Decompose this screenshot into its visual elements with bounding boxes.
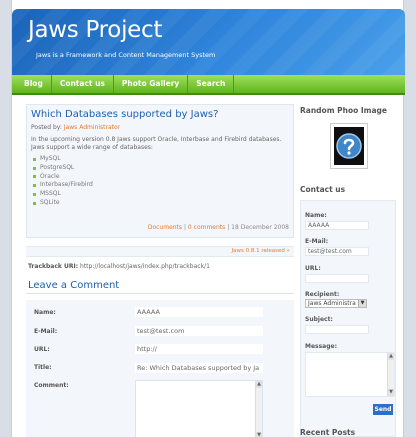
posted-by-label: Posted by: bbox=[31, 124, 62, 131]
subject-label: Subject: bbox=[305, 316, 333, 323]
footer-separator: | bbox=[183, 224, 186, 231]
recipient-label: Recipient: bbox=[305, 291, 340, 298]
scroll-up-icon[interactable]: ▲ bbox=[256, 381, 262, 388]
message-textarea[interactable]: ▲ ▼ bbox=[305, 352, 395, 397]
post-date: 18 December 2008 bbox=[231, 224, 289, 231]
main-nav: Blog Contact us Photo Gallery Search bbox=[12, 75, 405, 95]
list-item: MySQL bbox=[33, 155, 93, 164]
post-comments-link[interactable]: 0 comments bbox=[188, 224, 225, 231]
nav-item-blog[interactable]: Blog bbox=[16, 75, 52, 93]
next-post-bar: Jaws 0.8.1 released » bbox=[26, 246, 294, 257]
next-post-link[interactable]: Jaws 0.8.1 released » bbox=[231, 248, 290, 254]
green-square-bullet-icon bbox=[33, 157, 36, 161]
title-field[interactable]: Re: Which Databases supported by Ja bbox=[135, 363, 263, 373]
random-photo-title: Random Phoo Image bbox=[300, 106, 387, 115]
site-header: Jaws Project Jaws is a Framework and Con… bbox=[12, 9, 405, 75]
comment-scrollbar[interactable]: ▲ ▼ bbox=[255, 381, 262, 437]
nav-item-photo-gallery[interactable]: Photo Gallery bbox=[114, 75, 189, 93]
recipient-select[interactable]: Jaws Administra ▼ bbox=[305, 299, 367, 308]
site-tagline: Jaws is a Framework and Content Manageme… bbox=[36, 51, 216, 59]
page: Jaws Project Jaws is a Framework and Con… bbox=[11, 0, 405, 437]
site-title[interactable]: Jaws Project bbox=[28, 17, 162, 43]
contact-url-label: URL: bbox=[305, 265, 321, 272]
list-item-text: SQLite bbox=[40, 198, 60, 206]
green-square-bullet-icon bbox=[33, 175, 36, 179]
comment-form: Name: AAAAA E-Mail: test@test.com URL: h… bbox=[26, 300, 294, 437]
post-body: In the upcoming version 0.8 Jaws support… bbox=[31, 136, 282, 151]
contact-form: Name: AAAAA E-Mail: test@test.com URL: R… bbox=[300, 200, 396, 437]
list-item-text: Interbase/Firebird bbox=[40, 181, 93, 189]
database-list: MySQL PostgreSQL Oracle Interbase/Firebi… bbox=[33, 155, 93, 208]
list-item-text: MSSQL bbox=[40, 190, 61, 198]
list-item: Interbase/Firebird bbox=[33, 181, 93, 190]
contact-name-field[interactable]: AAAAA bbox=[305, 221, 369, 230]
contact-url-field[interactable] bbox=[305, 274, 369, 283]
scroll-down-icon[interactable]: ▼ bbox=[256, 432, 262, 437]
comment-textarea[interactable]: ▲ ▼ bbox=[135, 380, 263, 437]
sidebar: Random Phoo Image Contact us Name: AAAAA… bbox=[298, 100, 405, 437]
nav-item-search[interactable]: Search bbox=[188, 75, 235, 93]
contact-title: Contact us bbox=[300, 185, 346, 194]
leave-comment-heading: Leave a Comment bbox=[28, 280, 120, 291]
post-category-link[interactable]: Documents bbox=[148, 224, 182, 231]
list-item: SQLite bbox=[33, 199, 93, 208]
list-item: Oracle bbox=[33, 173, 93, 182]
post-footer: Documents | 0 comments | 18 December 200… bbox=[148, 224, 289, 231]
scroll-up-icon[interactable]: ▲ bbox=[388, 353, 394, 360]
list-item-text: MySQL bbox=[40, 155, 61, 162]
footer-separator: | bbox=[227, 224, 230, 231]
contact-name-label: Name: bbox=[305, 212, 327, 219]
contact-email-field[interactable]: test@test.com bbox=[305, 247, 369, 256]
post-meta: Posted by: Jaws Administrator bbox=[31, 124, 120, 131]
green-square-bullet-icon bbox=[33, 166, 36, 170]
scroll-down-icon[interactable]: ▼ bbox=[388, 389, 394, 396]
main-content: Which Databases supported by Jaws? Poste… bbox=[24, 100, 295, 437]
post-author-link[interactable]: Jaws Administrator bbox=[64, 124, 120, 131]
name-label: Name: bbox=[34, 309, 56, 316]
name-field[interactable]: AAAAA bbox=[135, 307, 263, 317]
subject-field[interactable] bbox=[305, 325, 369, 334]
email-field[interactable]: test@test.com bbox=[135, 326, 263, 336]
green-square-bullet-icon bbox=[33, 201, 36, 205]
nav-item-contact[interactable]: Contact us bbox=[52, 75, 114, 93]
message-label: Message: bbox=[305, 343, 337, 350]
trackback-label: Trackback URI: bbox=[28, 263, 79, 270]
blog-post: Which Databases supported by Jaws? Poste… bbox=[26, 104, 294, 238]
recent-posts-title: Recent Posts bbox=[300, 428, 356, 437]
trackback-uri: http://localhost/jaws/index.php/trackbac… bbox=[80, 263, 210, 270]
url-field[interactable]: http:// bbox=[135, 344, 263, 354]
random-photo[interactable] bbox=[330, 123, 368, 169]
title-label: Title: bbox=[34, 364, 52, 371]
recipient-value: Jaws Administra bbox=[308, 300, 356, 307]
post-title[interactable]: Which Databases supported by Jaws? bbox=[31, 109, 218, 120]
green-square-bullet-icon bbox=[33, 184, 36, 188]
contact-email-label: E-Mail: bbox=[305, 238, 329, 245]
list-item: MSSQL bbox=[33, 190, 93, 199]
list-item: PostgreSQL bbox=[33, 164, 93, 173]
divider bbox=[26, 293, 294, 294]
send-button[interactable]: Send bbox=[373, 404, 393, 415]
comment-label: Comment: bbox=[34, 382, 69, 389]
message-scrollbar[interactable]: ▲ ▼ bbox=[387, 353, 394, 396]
list-item-text: PostgreSQL bbox=[40, 163, 75, 171]
question-mark-icon-graphic bbox=[336, 133, 362, 159]
question-mark-icon bbox=[334, 127, 364, 165]
green-square-bullet-icon bbox=[33, 193, 36, 197]
email-label: E-Mail: bbox=[34, 328, 58, 335]
url-label: URL: bbox=[34, 346, 50, 353]
chevron-down-icon[interactable]: ▼ bbox=[358, 300, 366, 307]
list-item-text: Oracle bbox=[40, 172, 60, 180]
trackback: Trackback URI: http://localhost/jaws/ind… bbox=[28, 263, 210, 270]
